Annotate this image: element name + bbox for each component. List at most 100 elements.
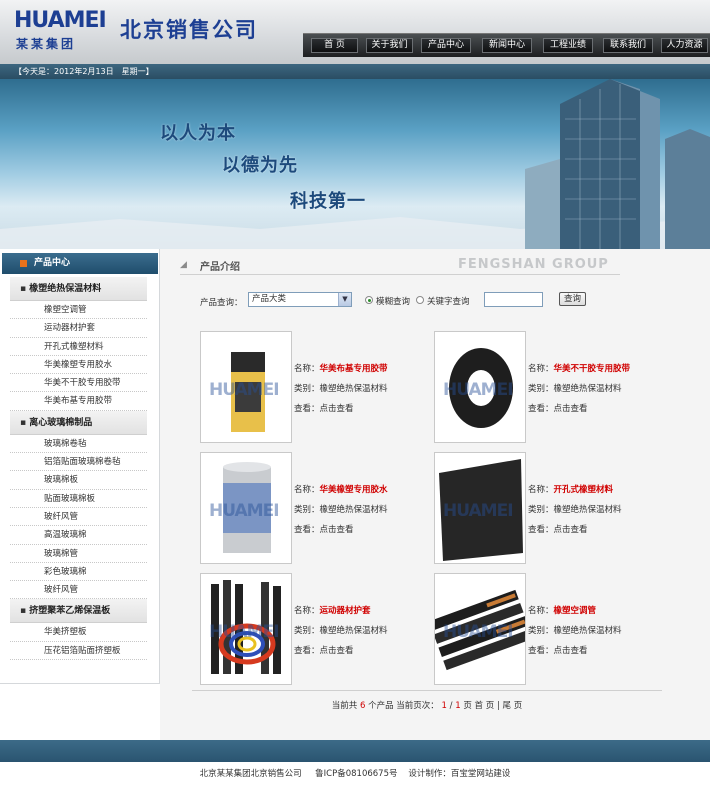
sidebar-item[interactable]: 华美不干胶专用胶带	[10, 374, 147, 393]
sidebar-item[interactable]: 贴面玻璃棉板	[10, 490, 147, 508]
sidebar-item[interactable]: 玻纤风管	[10, 581, 147, 600]
product-image[interactable]: HUAMEI	[434, 452, 526, 564]
product-info: 名称：橡塑空调管 类别：橡塑绝热保温材料 查看：点击查看	[528, 601, 622, 661]
view-link[interactable]: 点击查看	[554, 646, 588, 656]
view-link[interactable]: 点击查看	[554, 404, 588, 414]
pager-first[interactable]: 首 页	[475, 701, 495, 711]
footer-design[interactable]: 设计制作：百宝堂网站建设	[408, 769, 510, 779]
site-header: HUAMEI 某某集团 北京销售公司 首 页 关于我们 产品中心 新闻中心 工程…	[0, 0, 710, 64]
sidebar-item[interactable]: 华美挤塑板	[10, 623, 147, 642]
sidebar-item[interactable]: 高温玻璃棉	[10, 526, 147, 545]
radio-fuzzy-label: 模糊查询	[376, 297, 411, 307]
sidebar-item[interactable]: 铝箔贴面玻璃棉卷毡	[10, 453, 147, 472]
nav-hr[interactable]: 人力资源	[661, 38, 708, 53]
view-label: 查看：	[294, 646, 320, 656]
nav-news[interactable]: 新闻中心	[482, 38, 532, 53]
product-name[interactable]: 运动器材护套	[320, 606, 371, 616]
company-logo[interactable]: HUAMEI 某某集团	[14, 8, 114, 52]
footer-icp[interactable]: 鲁ICP备08106675号	[315, 769, 397, 779]
product-type: 橡塑绝热保温材料	[319, 626, 388, 636]
category-rubber-insulation[interactable]: 橡塑绝热保温材料	[10, 277, 147, 301]
pager-divider: |	[496, 701, 500, 711]
slogan-1: 以人为本	[160, 123, 236, 144]
category-glass-wool[interactable]: 离心玻璃棉制品	[10, 410, 147, 435]
category-select[interactable]: 产品大类 ▼	[248, 292, 352, 307]
main-content: ◢ 产品介绍 FENGSHAN GROUP 产品查询： 产品大类 ▼ 模糊查询 …	[160, 249, 710, 740]
product-name[interactable]: 华美布基专用胶带	[320, 364, 388, 374]
type-label: 类别：	[294, 505, 320, 515]
logo-text: HUAMEI	[14, 8, 107, 33]
page-title-en: FENGSHAN GROUP	[458, 257, 609, 272]
radio-keyword[interactable]	[416, 296, 424, 304]
chevron-down-icon[interactable]: ▼	[338, 293, 351, 306]
view-link[interactable]: 点击查看	[320, 646, 354, 656]
product-name[interactable]: 开孔式橡塑材料	[554, 485, 614, 495]
slogan-2: 以德为先	[222, 155, 298, 176]
sidebar-item[interactable]: 运动器材护套	[10, 319, 147, 338]
keyword-input[interactable]	[484, 292, 543, 307]
slogan-3: 科技第一	[290, 191, 366, 212]
pagination: 当前共 6 个产品 当前页次： 1 / 1 页 首 页 | 尾 页	[192, 690, 662, 711]
pager-last[interactable]: 尾 页	[503, 701, 523, 711]
product-image[interactable]: HUAMEI	[434, 331, 526, 443]
product-type: 橡塑绝热保温材料	[319, 505, 388, 515]
section-header: ◢ 产品介绍 FENGSHAN GROUP	[180, 257, 620, 275]
nav-products[interactable]: 产品中心	[421, 38, 471, 53]
pager-sep: /	[449, 701, 453, 711]
radio-fuzzy[interactable]	[365, 296, 373, 304]
pager-total-suffix: 个产品 当前页次：	[368, 701, 439, 711]
product-type: 橡塑绝热保温材料	[319, 384, 388, 394]
category-list: 橡塑绝热保温材料 橡塑空调管 运动器材护套 开孔式橡塑材料 华美橡塑专用胶水 华…	[10, 277, 147, 661]
watermark-text: HUAMEI	[209, 501, 280, 521]
sidebar-item[interactable]: 华美布基专用胶带	[10, 392, 147, 411]
pager-pages: 1	[455, 701, 461, 711]
product-card: HUAMEI 名称：华美布基专用胶带 类别：橡塑绝热保温材料 查看：点击查看	[200, 331, 430, 443]
product-card: HUAMEI 名称：华美橡塑专用胶水 类别：橡塑绝热保温材料 查看：点击查看	[200, 452, 430, 564]
square-bullet-icon	[20, 260, 27, 267]
product-type: 橡塑绝热保温材料	[553, 384, 622, 394]
sidebar-item[interactable]: 玻璃棉板	[10, 471, 147, 490]
product-name[interactable]: 华美橡塑专用胶水	[320, 485, 388, 495]
sidebar-item[interactable]: 橡塑空调管	[10, 301, 147, 320]
view-link[interactable]: 点击查看	[320, 525, 354, 535]
sidebar-item[interactable]: 开孔式橡塑材料	[10, 338, 147, 356]
name-label: 名称：	[294, 364, 320, 374]
category-xps-board[interactable]: 挤塑聚苯乙烯保温板	[10, 599, 147, 624]
sidebar-item[interactable]: 压花铝箔贴面挤塑板	[10, 642, 147, 661]
pager-current: 1	[441, 701, 447, 711]
name-label: 名称：	[528, 364, 554, 374]
product-info: 名称：运动器材护套 类别：橡塑绝热保温材料 查看：点击查看	[294, 601, 388, 661]
product-name[interactable]: 华美不干胶专用胶带	[554, 364, 631, 374]
name-label: 名称：	[294, 606, 320, 616]
footer-bar	[0, 740, 710, 762]
product-name[interactable]: 橡塑空调管	[554, 606, 597, 616]
sidebar-item[interactable]: 玻纤风管	[10, 508, 147, 527]
search-button[interactable]: 查询	[559, 292, 586, 306]
type-label: 类别：	[294, 384, 320, 394]
page-title: 产品介绍	[200, 262, 240, 273]
sidebar-item[interactable]: 华美橡塑专用胶水	[10, 356, 147, 375]
radio-keyword-label: 关键字查询	[427, 297, 470, 307]
type-label: 类别：	[528, 505, 554, 515]
company-name: 北京销售公司	[120, 18, 258, 42]
nav-projects[interactable]: 工程业绩	[543, 38, 593, 53]
product-type: 橡塑绝热保温材料	[553, 626, 622, 636]
product-info: 名称：华美橡塑专用胶水 类别：橡塑绝热保温材料 查看：点击查看	[294, 480, 388, 540]
sidebar-item[interactable]: 玻璃棉卷毡	[10, 435, 147, 454]
pager-total-prefix: 当前共	[331, 701, 358, 711]
product-image[interactable]: HUAMEI	[200, 452, 292, 564]
sidebar-item[interactable]: 玻璃棉管	[10, 545, 147, 563]
view-link[interactable]: 点击查看	[554, 525, 588, 535]
view-link[interactable]: 点击查看	[320, 404, 354, 414]
product-image[interactable]: HUAMEI	[200, 573, 292, 685]
product-image[interactable]: HUAMEI	[200, 331, 292, 443]
left-sidebar: 产品中心 橡塑绝热保温材料 橡塑空调管 运动器材护套 开孔式橡塑材料 华美橡塑专…	[0, 249, 160, 684]
nav-about[interactable]: 关于我们	[366, 38, 413, 53]
type-label: 类别：	[528, 626, 554, 636]
type-label: 类别：	[294, 626, 320, 636]
nav-contact[interactable]: 联系我们	[603, 38, 653, 53]
nav-home[interactable]: 首 页	[311, 38, 358, 53]
type-label: 类别：	[528, 384, 554, 394]
product-image[interactable]: HUAMEI	[434, 573, 526, 685]
sidebar-item[interactable]: 彩色玻璃棉	[10, 563, 147, 582]
